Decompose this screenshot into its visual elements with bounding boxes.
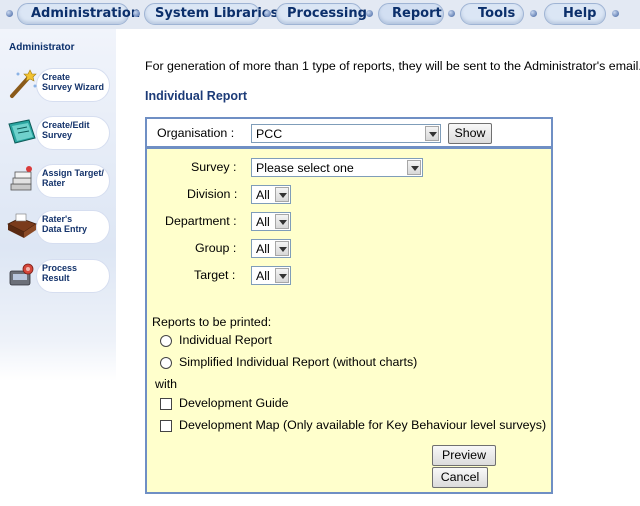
development-map-checkbox[interactable] [160, 420, 172, 432]
nav-tools[interactable]: Tools [460, 3, 524, 25]
chevron-down-icon[interactable] [275, 268, 289, 283]
nav-report[interactable]: Report [378, 3, 444, 25]
top-navigation-bar: Administration System Libraries Processi… [0, 0, 640, 29]
target-label: Target : [194, 268, 236, 282]
survey-folder-icon [8, 119, 36, 144]
organisation-label: Organisation : [157, 126, 235, 140]
sidebar-item-process-result[interactable]: Process Result [6, 257, 110, 295]
nav-administration-label: Administration [31, 6, 141, 21]
target-value: All [256, 269, 270, 283]
development-map-label: Development Map (Only available for Key … [179, 418, 547, 432]
chevron-down-icon[interactable] [407, 160, 421, 175]
survey-label: Survey : [191, 160, 237, 174]
email-info-text: For generation of more than 1 type of re… [145, 59, 640, 73]
nav-tools-label: Tools [478, 6, 516, 21]
nav-help-label: Help [563, 6, 597, 21]
sidebar-fade [0, 341, 116, 381]
development-guide-label: Development Guide [179, 396, 289, 410]
page-title: Individual Report [145, 89, 248, 103]
organisation-value: PCC [256, 127, 283, 141]
division-value: All [256, 188, 270, 202]
sidebar: Administrator Create Survey Wizard Creat… [0, 29, 116, 341]
sidebar-item-assign-target-rater[interactable]: Assign Target/ Rater [6, 162, 110, 200]
group-label: Group : [195, 241, 237, 255]
sidebar-item-create-edit-survey[interactable]: Create/Edit Survey [6, 114, 110, 152]
target-select[interactable]: All [251, 266, 291, 285]
nav-administration[interactable]: Administration [17, 3, 140, 25]
nav-bullet-icon [530, 10, 537, 17]
sidebar-item-label: Assign Target/ Rater [42, 168, 104, 188]
chevron-down-icon[interactable] [275, 214, 289, 229]
simplified-report-radio[interactable] [160, 357, 172, 369]
nav-bullet-icon [6, 10, 13, 17]
process-result-icon [9, 263, 34, 286]
preview-button[interactable]: Preview [432, 445, 496, 466]
nav-system-libraries-label: System Libraries [155, 6, 279, 21]
sidebar-item-create-survey-wizard[interactable]: Create Survey Wizard [6, 66, 110, 104]
sidebar-item-label: Create Survey Wizard [42, 72, 104, 92]
individual-report-radio[interactable] [160, 335, 172, 347]
organisation-select[interactable]: PCC [251, 124, 441, 143]
show-button[interactable]: Show [448, 123, 492, 144]
department-select[interactable]: All [251, 212, 291, 231]
assign-stack-icon [10, 166, 32, 191]
report-form-panel: Survey : Please select one Division : Al… [145, 148, 553, 494]
division-label: Division : [187, 187, 238, 201]
sidebar-item-raters-data-entry[interactable]: Rater's Data Entry [6, 208, 110, 246]
sidebar-title: Administrator [9, 42, 75, 53]
group-select[interactable]: All [251, 239, 291, 258]
chevron-down-icon[interactable] [425, 126, 439, 141]
nav-bullet-icon [264, 10, 271, 17]
nav-bullet-icon [133, 10, 140, 17]
nav-system-libraries[interactable]: System Libraries [144, 3, 278, 25]
nav-help[interactable]: Help [544, 3, 606, 25]
sidebar-item-label: Create/Edit Survey [42, 120, 90, 140]
nav-processing-label: Processing [287, 6, 367, 21]
department-value: All [256, 215, 270, 229]
survey-value: Please select one [256, 161, 354, 175]
organisation-panel: Organisation : PCC Show [145, 117, 553, 148]
reports-to-print-label: Reports to be printed: [152, 315, 272, 329]
chevron-down-icon[interactable] [275, 187, 289, 202]
data-entry-icon [7, 213, 37, 238]
with-label: with [155, 377, 178, 391]
simplified-report-label: Simplified Individual Report (without ch… [179, 355, 418, 369]
magic-wand-icon [10, 69, 37, 98]
development-guide-checkbox[interactable] [160, 398, 172, 410]
nav-report-label: Report [392, 6, 442, 21]
group-value: All [256, 242, 270, 256]
cancel-button[interactable]: Cancel [432, 467, 488, 488]
chevron-down-icon[interactable] [275, 241, 289, 256]
nav-bullet-icon [448, 10, 455, 17]
individual-report-label: Individual Report [179, 333, 272, 347]
nav-processing[interactable]: Processing [276, 3, 367, 25]
department-label: Department : [165, 214, 237, 228]
sidebar-item-label: Rater's Data Entry [42, 214, 88, 234]
nav-bullet-icon [612, 10, 619, 17]
survey-select[interactable]: Please select one [251, 158, 423, 177]
division-select[interactable]: All [251, 185, 291, 204]
sidebar-item-label: Process Result [42, 263, 78, 283]
nav-bullet-icon [366, 10, 373, 17]
